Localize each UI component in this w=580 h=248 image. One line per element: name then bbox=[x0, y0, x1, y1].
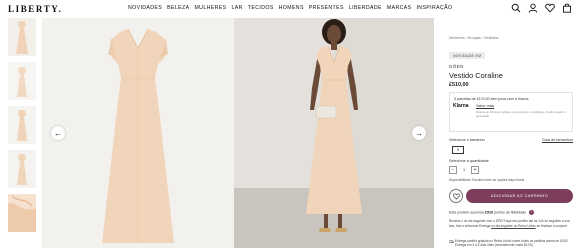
points-suffix: pontos de fidelidade bbox=[493, 210, 527, 215]
size-guide-link[interactable]: Guia de tamanhos bbox=[542, 138, 573, 142]
heart-icon bbox=[452, 193, 460, 200]
site-header: LIBERTY. NOVIDADES BELEZA MULHERES LAR T… bbox=[0, 0, 580, 18]
thumbnail-strip bbox=[8, 18, 36, 238]
product-brand[interactable]: DÖEN bbox=[449, 64, 464, 69]
status-badge: NOVIDADE EM bbox=[449, 52, 486, 59]
klarna-disclaimer: Mesma de 18 anos. Aplicam-se os termos e… bbox=[476, 110, 566, 118]
product-title: Vestido Coraline bbox=[449, 71, 503, 80]
thumbnail-2[interactable] bbox=[8, 62, 36, 100]
next-day-delivery-link[interactable]: no dia seguinte no Reino Unido bbox=[491, 224, 535, 228]
availability-text: Disponibilidade. Escolha entre as opções… bbox=[449, 178, 526, 182]
delivery-info: Receba-o no dia seguinte com o DPD! Faça… bbox=[449, 219, 573, 228]
truck-icon bbox=[449, 239, 454, 243]
nav-item-beleza[interactable]: BELEZA bbox=[167, 5, 189, 11]
bag-icon[interactable] bbox=[562, 3, 572, 13]
main-nav: NOVIDADES BELEZA MULHERES LAR TECIDOS HO… bbox=[128, 5, 452, 11]
klarna-installments-text: 3 parcelas de £170,00 sem juros com a Kl… bbox=[454, 97, 530, 101]
delivery-tail: ao finalizar a compra*. bbox=[536, 223, 569, 228]
gallery-prev-button[interactable]: ← bbox=[51, 126, 65, 140]
nav-item-mulheres[interactable]: MULHERES bbox=[194, 5, 226, 11]
nav-item-novidades[interactable]: NOVIDADES bbox=[128, 5, 162, 11]
search-icon[interactable] bbox=[511, 3, 521, 13]
nav-item-presentes[interactable]: PRESENTES bbox=[309, 5, 344, 11]
gallery-next-button[interactable]: → bbox=[412, 126, 426, 140]
thumbnail-4[interactable] bbox=[8, 150, 36, 188]
klarna-learn-more-link[interactable]: Saber mais bbox=[476, 104, 494, 108]
quantity-decrease-button[interactable]: − bbox=[449, 166, 457, 174]
product-image-model[interactable] bbox=[234, 18, 434, 248]
klarna-logo: Klarna bbox=[453, 103, 469, 109]
product-details-panel: Mulheres / Roupas / Vestidos NOVIDADE EM… bbox=[449, 18, 573, 248]
loyalty-points: Este produto acumula £510 pontos de fide… bbox=[449, 210, 535, 215]
nav-item-homens[interactable]: HOMENS bbox=[279, 5, 304, 11]
size-label: Selecione o tamanho bbox=[449, 138, 485, 142]
info-icon[interactable]: i bbox=[529, 210, 535, 215]
klarna-info-box: 3 parcelas de £170,00 sem juros com a Kl… bbox=[449, 92, 573, 132]
add-to-wishlist-button[interactable] bbox=[449, 189, 463, 203]
header-icons bbox=[511, 3, 572, 13]
quantity-increase-button[interactable]: + bbox=[471, 166, 479, 174]
breadcrumb[interactable]: Mulheres / Roupas / Vestidos bbox=[449, 36, 498, 40]
thumbnail-5[interactable] bbox=[8, 194, 36, 232]
nav-item-liberdade[interactable]: LIBERDADE bbox=[349, 5, 382, 11]
nav-item-inspiracao[interactable]: INSPIRAÇÃO bbox=[416, 5, 452, 11]
account-icon[interactable] bbox=[528, 3, 538, 13]
quantity-label: Selecione a quantidade bbox=[449, 159, 489, 163]
nav-item-tecidos[interactable]: TECIDOS bbox=[248, 5, 274, 11]
quantity-value[interactable]: 1 bbox=[460, 168, 468, 172]
nav-item-marcas[interactable]: MARCAS bbox=[387, 5, 412, 11]
wishlist-icon[interactable] bbox=[545, 3, 555, 13]
add-to-cart-button[interactable]: ADICIONAR AO CARRINHO bbox=[466, 189, 573, 203]
product-price: £510,00 bbox=[449, 82, 469, 88]
product-image-front[interactable] bbox=[42, 18, 234, 248]
thumbnail-1[interactable] bbox=[8, 18, 36, 56]
points-prefix: Este produto acumula bbox=[449, 210, 484, 215]
free-delivery-text: Entrega padrão gratuita no Reino Unido s… bbox=[455, 239, 568, 248]
brand-logo[interactable]: LIBERTY. bbox=[8, 4, 62, 14]
nav-item-lar[interactable]: LAR bbox=[231, 5, 242, 11]
free-delivery-info: Entrega padrão gratuita no Reino Unido s… bbox=[449, 239, 573, 248]
quantity-stepper: − 1 + bbox=[449, 166, 479, 174]
size-option-s[interactable]: S bbox=[452, 146, 464, 154]
points-value: £510 bbox=[484, 210, 493, 215]
thumbnail-3[interactable] bbox=[8, 106, 36, 144]
